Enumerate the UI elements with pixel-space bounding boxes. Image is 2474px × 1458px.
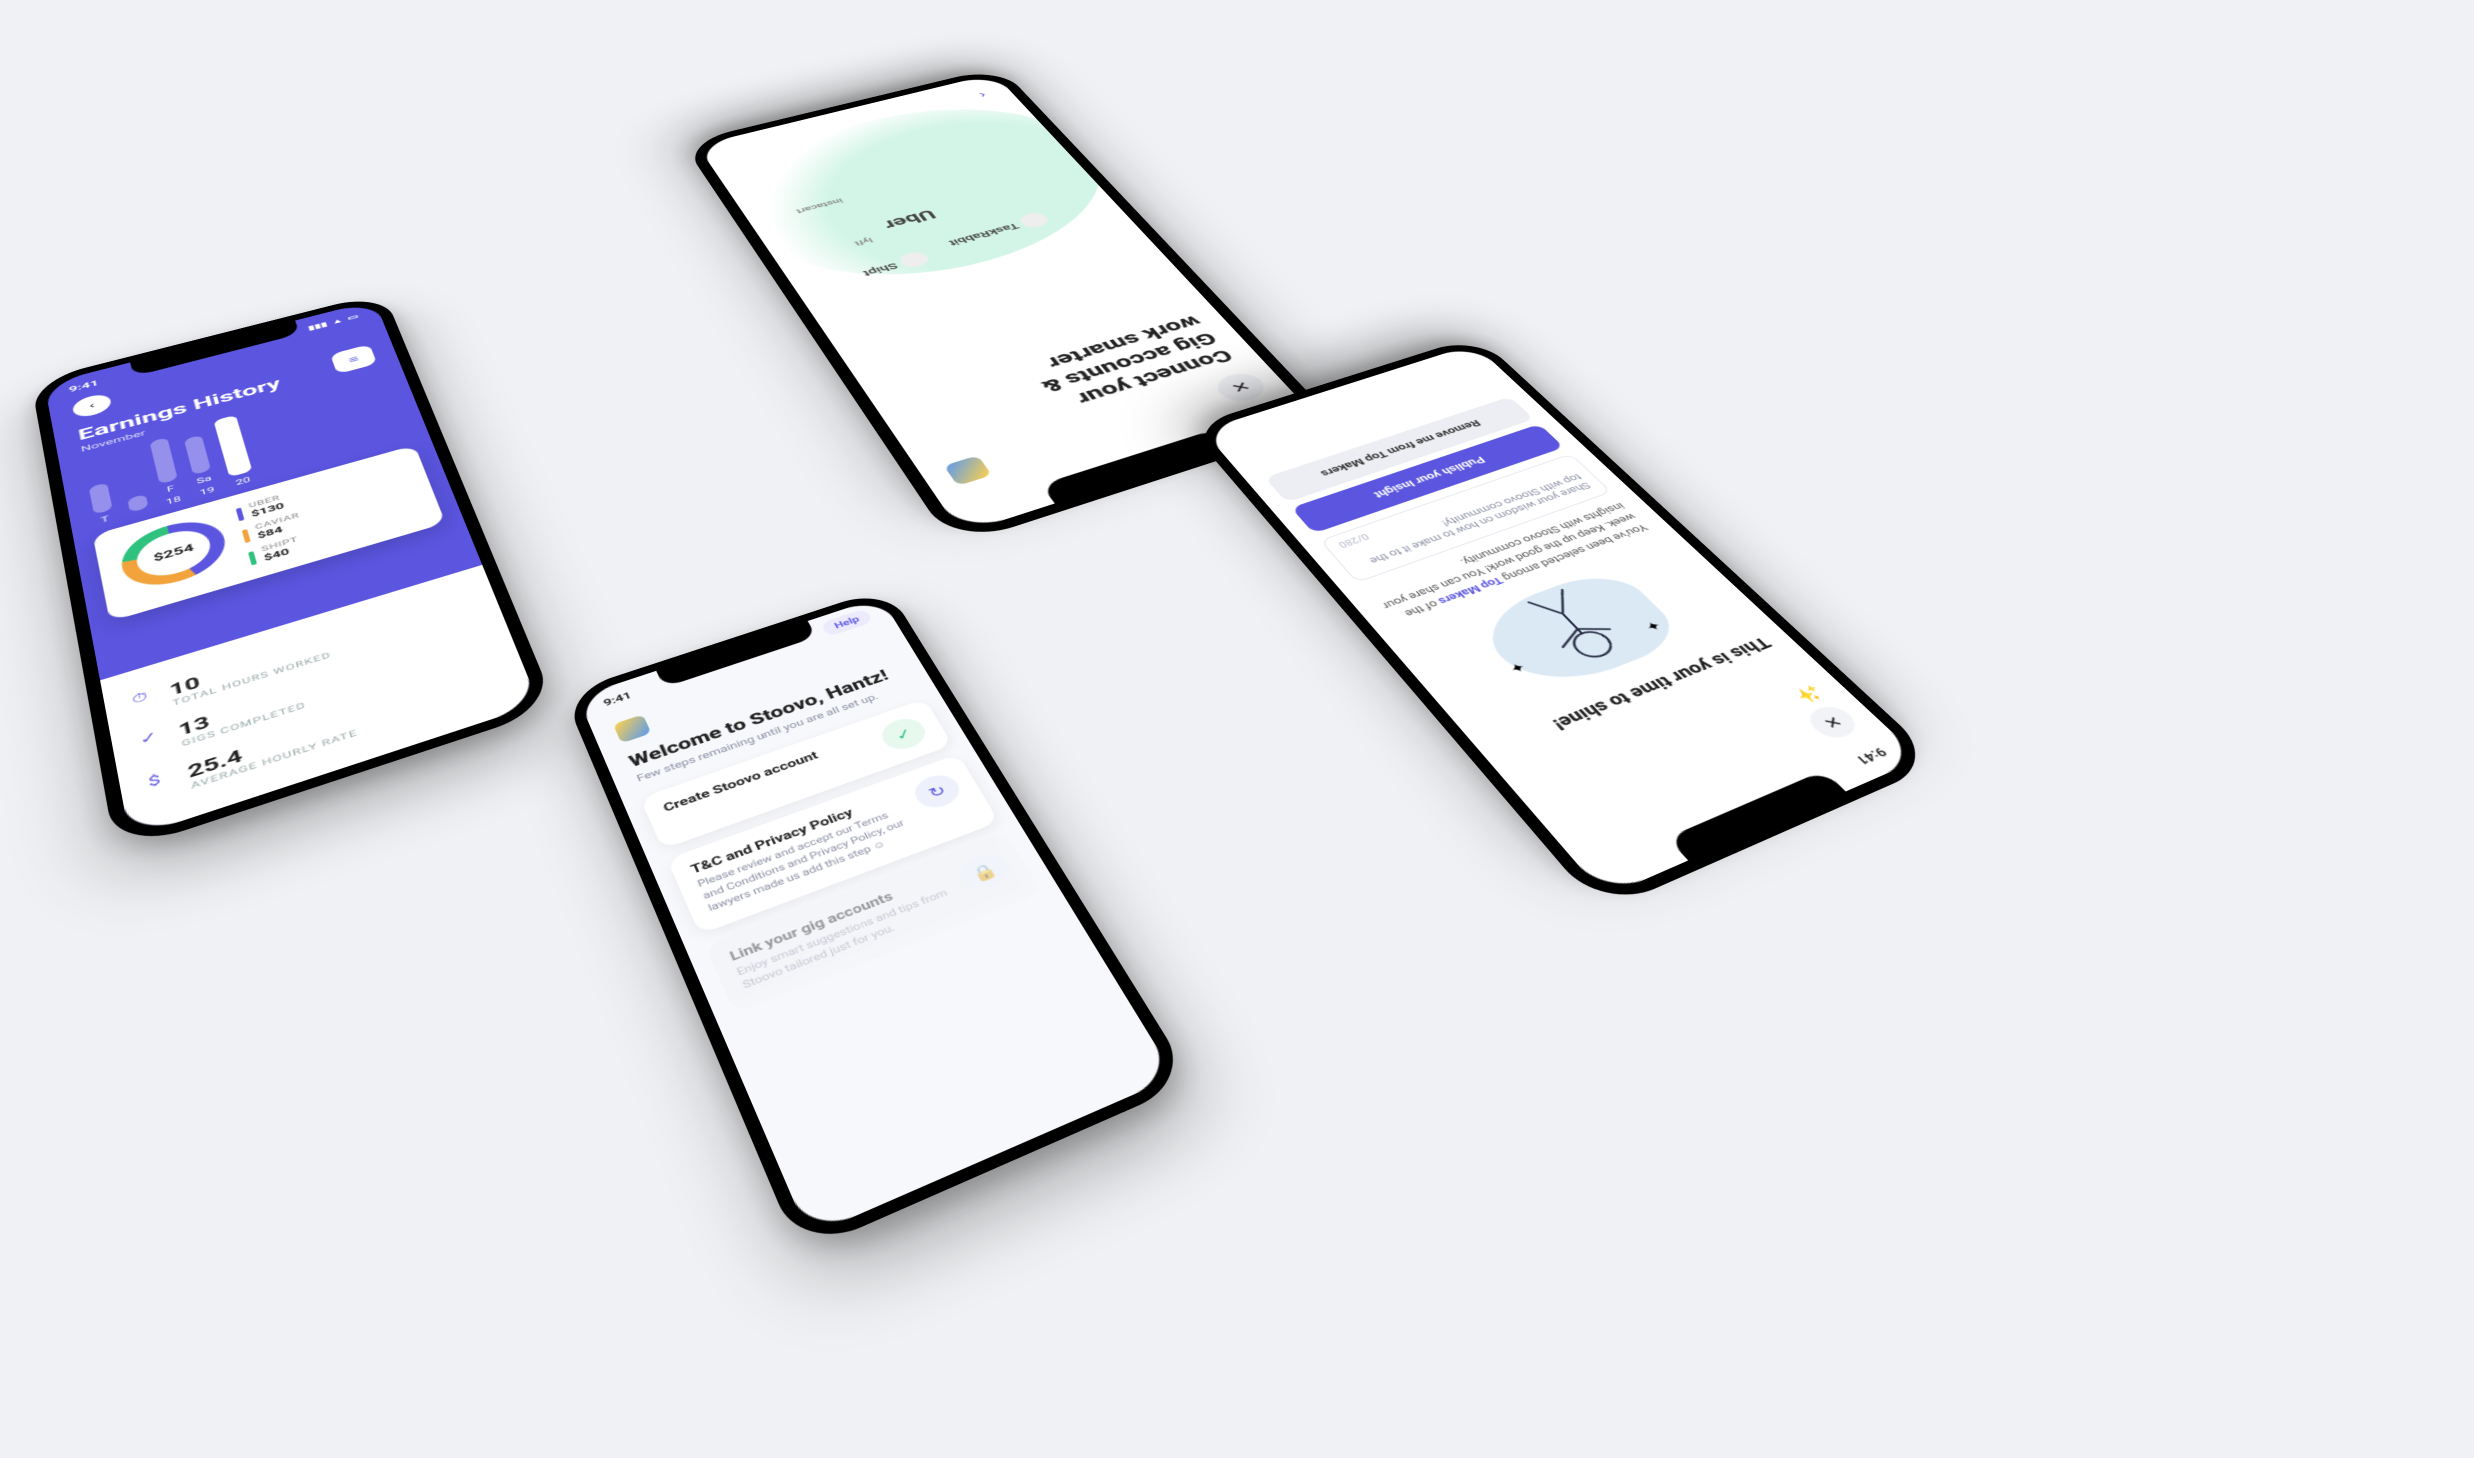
- fingerprint-globe-icon: [707, 82, 1153, 309]
- battery-icon: ▭: [346, 313, 359, 322]
- notch: [656, 621, 816, 687]
- screen-earnings: 9:41 ▮▮▮ ▲ ▭ ‹ Earnings History November…: [44, 300, 539, 838]
- bar-num: 19: [199, 486, 215, 497]
- close-button[interactable]: ✕: [1802, 702, 1864, 743]
- screen-top-makers: 9:41 ✕ ✨ This is your time to shine! ✦ ✦…: [1202, 344, 1920, 897]
- stat-value: 25.4: [186, 711, 356, 783]
- checkmark-icon: ✓: [876, 714, 931, 754]
- lock-icon: 🔒: [955, 849, 1014, 895]
- bar-num: 20: [235, 476, 251, 487]
- char-counter: 0/280: [1336, 532, 1371, 549]
- bar-num: 18: [165, 495, 182, 507]
- svg-text:✦: ✦: [1641, 617, 1666, 634]
- status-bar: 9:41: [1580, 733, 1921, 897]
- bar-label: T: [100, 515, 110, 525]
- donut-total: $254: [133, 524, 215, 584]
- stoovo-logo-icon: [613, 714, 651, 743]
- sliders-icon: ≡: [347, 353, 360, 365]
- stats-panel: ⏱10TOTAL HOURS WORKED ✓13GIGS COMPLETED …: [100, 565, 539, 838]
- stat-label: TOTAL HOURS WORKED: [172, 651, 332, 708]
- close-icon: ✕: [1227, 378, 1255, 396]
- bar-label: F: [166, 485, 175, 494]
- shine-title: This is your time to shine!: [1495, 633, 1775, 755]
- stat-label: AVERAGE HOURLY RATE: [190, 729, 359, 792]
- check-icon: ✓: [139, 727, 166, 748]
- back-button[interactable]: ‹: [71, 392, 112, 420]
- phone-earnings: 9:41 ▮▮▮ ▲ ▭ ‹ Earnings History November…: [31, 292, 556, 853]
- stat-value: 13: [177, 684, 305, 741]
- refresh-icon: ↻: [909, 770, 966, 813]
- close-button[interactable]: ✕: [1210, 369, 1272, 405]
- phone-welcome: 9:41 Help Welcome to Stoovo, Hantz! Few …: [563, 587, 1193, 1254]
- status-time: 9:41: [602, 690, 633, 709]
- stoovo-logo-icon: [944, 455, 992, 486]
- back-chevron-icon[interactable]: ‹: [976, 89, 991, 100]
- svg-text:✦: ✦: [1505, 658, 1530, 676]
- donut-chart[interactable]: $254: [116, 512, 231, 596]
- stat-value: 10: [168, 635, 330, 700]
- chevron-left-icon: ‹: [88, 400, 95, 411]
- phone-top-makers: 9:41 ✕ ✨ This is your time to shine! ✦ ✦…: [1187, 336, 1941, 912]
- dollar-icon: $: [147, 768, 174, 790]
- wifi-icon: ▲: [331, 317, 345, 326]
- stat-label: GIGS COMPLETED: [181, 701, 307, 749]
- status-time: 9:41: [1852, 744, 1890, 767]
- close-icon: ✕: [1818, 712, 1847, 733]
- clock-icon: ⏱: [130, 687, 156, 708]
- bar-label: Sa: [196, 475, 213, 486]
- screen-welcome: 9:41 Help Welcome to Stoovo, Hantz! Few …: [577, 597, 1175, 1236]
- donut-legend: UBER$130 CAVIAR$84 SHIPT$40: [235, 491, 310, 567]
- sparkle-icon: ✨: [1791, 682, 1828, 706]
